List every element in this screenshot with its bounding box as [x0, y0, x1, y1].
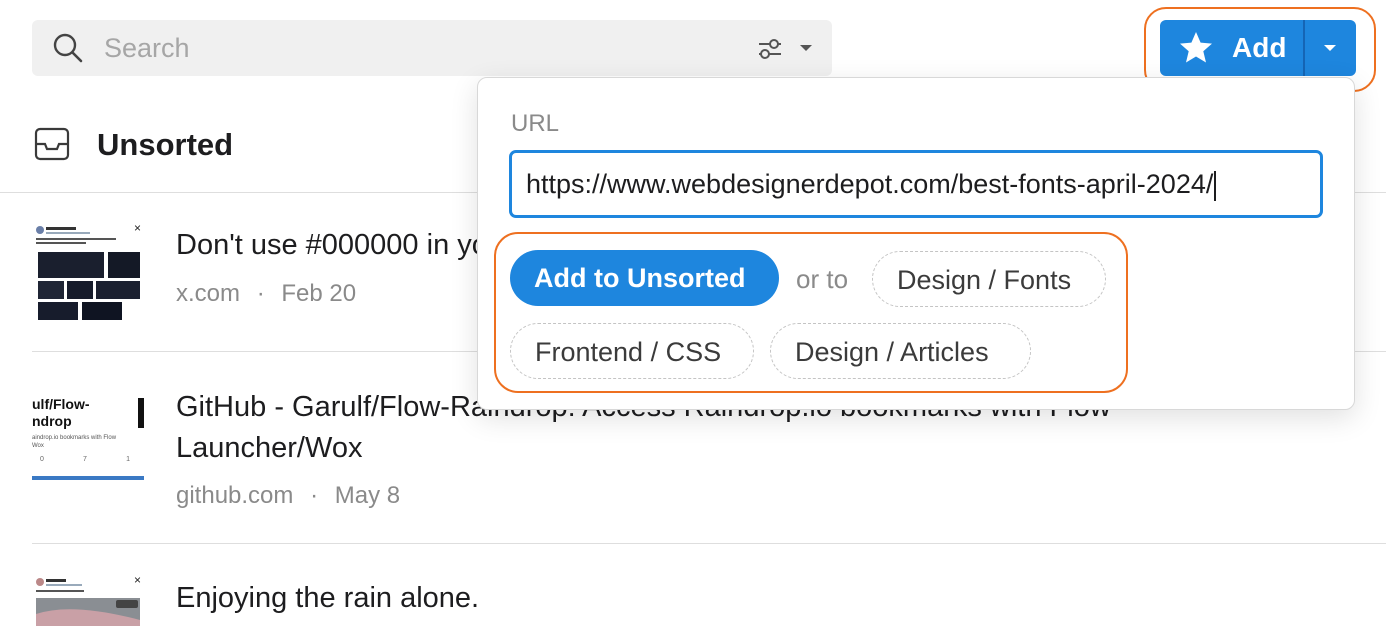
text-cursor: [1214, 170, 1217, 201]
thumb-bottom-bar: [32, 476, 144, 480]
star-icon: [1180, 32, 1212, 63]
meta-separator: ·: [310, 482, 319, 509]
url-input-value[interactable]: https://www.webdesignerdepot.com/best-fo…: [526, 166, 1217, 202]
thumb-heading-line: ndrop: [32, 413, 72, 429]
row-divider: [32, 543, 1386, 544]
add-button-label: Add: [1232, 32, 1287, 63]
search-icon: [53, 33, 83, 63]
item-date: Feb 20: [281, 280, 357, 307]
url-value: https://www.webdesignerdepot.com/best-fo…: [526, 169, 1214, 199]
add-to-unsorted-label: Add to Unsorted: [534, 263, 746, 293]
search-input[interactable]: Search: [104, 32, 190, 64]
thumb-body: aindrop.io bookmarks with Flow Wox: [32, 434, 116, 450]
item-domain: x.com: [176, 280, 241, 307]
stat-value: 1: [126, 456, 130, 463]
thumb-heading-line: ulf/Flow-: [32, 396, 90, 412]
url-label: URL: [511, 110, 560, 137]
thumb-stats: 0 7 1: [40, 456, 130, 463]
stat-value: 7: [83, 456, 87, 463]
github-logo: [138, 398, 144, 428]
item-domain: github.com: [176, 482, 294, 509]
chevron-down-icon: [1324, 45, 1336, 51]
item-meta: github.com · May 8: [176, 481, 400, 511]
stat-value: 0: [40, 456, 44, 463]
collection-chip-label: Frontend / CSS: [535, 337, 722, 367]
inbox-icon: [34, 127, 70, 161]
thumb-body-line: Wox: [32, 443, 44, 449]
collection-chip-label: Design / Articles: [795, 337, 989, 367]
thumb-body-line: aindrop.io bookmarks with Flow: [32, 435, 117, 441]
meta-separator: ·: [256, 280, 265, 307]
tweet-thumbnail-art: [32, 576, 144, 626]
item-date: May 8: [334, 482, 401, 509]
or-to-label: or to: [796, 264, 849, 294]
thumb-heading: ulf/Flow- ndrop: [32, 396, 90, 430]
item-meta: x.com · Feb 20: [176, 279, 356, 309]
item-title-line2[interactable]: Launcher/Wox: [176, 427, 362, 469]
tweet-thumbnail-art: [32, 224, 144, 320]
collection-chip-label: Design / Fonts: [897, 265, 1072, 295]
item-thumbnail[interactable]: ×: [32, 224, 144, 320]
filter-icon[interactable]: [757, 36, 783, 62]
item-thumbnail[interactable]: ×: [32, 576, 144, 626]
close-icon: ×: [133, 224, 141, 235]
page-title: Unsorted: [97, 127, 234, 162]
chevron-down-icon[interactable]: [797, 40, 815, 56]
item-title[interactable]: Enjoying the rain alone.: [176, 577, 479, 619]
item-thumbnail[interactable]: ulf/Flow- ndrop aindrop.io bookmarks wit…: [32, 392, 144, 480]
close-icon: ×: [133, 576, 141, 587]
